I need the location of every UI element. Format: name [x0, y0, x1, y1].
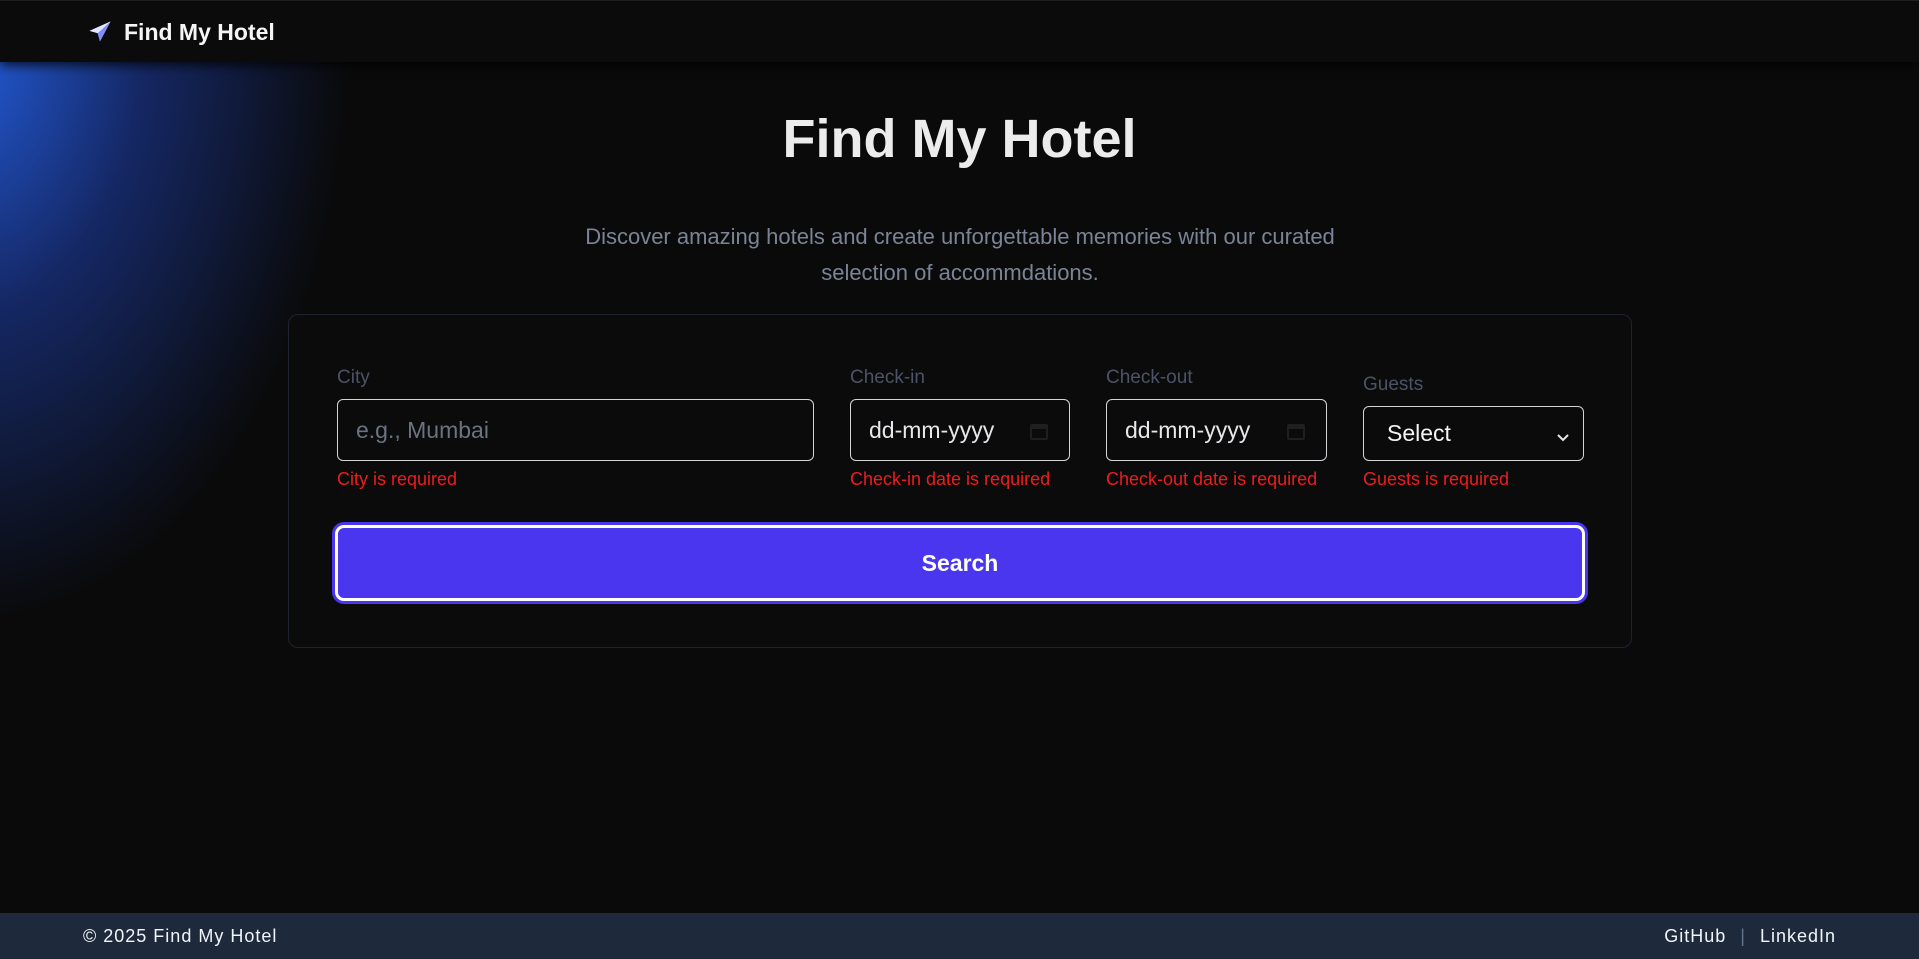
airplane-icon: [89, 21, 111, 42]
checkin-field: Check-in dd-mm-yyyy Check-in date is req…: [850, 367, 1070, 490]
city-input[interactable]: e.g., Mumbai: [337, 399, 814, 461]
checkout-field: Check-out dd-mm-yyyy Check-out date is r…: [1106, 367, 1327, 490]
checkout-value: dd-mm-yyyy: [1125, 416, 1251, 443]
footer-separator: |: [1740, 926, 1746, 946]
brand-name: Find My Hotel: [124, 18, 275, 45]
checkout-label: Check-out: [1106, 367, 1193, 388]
guests-error: Guests is required: [1363, 469, 1510, 489]
page-title: Find My Hotel: [782, 109, 1137, 169]
copyright-text: © 2025 Find My Hotel: [83, 926, 278, 946]
guests-select[interactable]: Select: [1363, 406, 1584, 461]
guests-field: Guests Select Guests is required: [1363, 374, 1584, 490]
checkin-label: Check-in: [850, 367, 925, 388]
linkedin-link[interactable]: LinkedIn: [1760, 926, 1836, 947]
chevron-down-icon: [1557, 434, 1569, 442]
city-label: City: [337, 367, 370, 388]
city-error: City is required: [337, 469, 458, 489]
checkin-value: dd-mm-yyyy: [869, 416, 995, 443]
footer-links: GitHub | LinkedIn: [1664, 926, 1836, 947]
calendar-icon[interactable]: [1029, 421, 1049, 441]
city-field: City e.g., Mumbai City is required: [337, 367, 814, 490]
calendar-icon[interactable]: [1286, 421, 1306, 441]
github-link[interactable]: GitHub: [1664, 926, 1726, 947]
checkout-error: Check-out date is required: [1106, 469, 1318, 489]
brand-link[interactable]: Find My Hotel: [86, 18, 275, 46]
navbar: Find My Hotel: [0, 0, 1919, 62]
guests-value: Select: [1387, 420, 1451, 446]
checkin-error: Check-in date is required: [850, 469, 1051, 489]
search-button[interactable]: Search: [335, 525, 1585, 601]
guests-label: Guests: [1363, 374, 1424, 395]
checkout-input[interactable]: dd-mm-yyyy: [1106, 399, 1327, 461]
footer: © 2025 Find My Hotel GitHub | LinkedIn: [0, 913, 1919, 959]
checkin-input[interactable]: dd-mm-yyyy: [850, 399, 1070, 461]
page-subtitle: Discover amazing hotels and create unfor…: [585, 224, 1335, 285]
city-placeholder: e.g., Mumbai: [356, 416, 489, 443]
